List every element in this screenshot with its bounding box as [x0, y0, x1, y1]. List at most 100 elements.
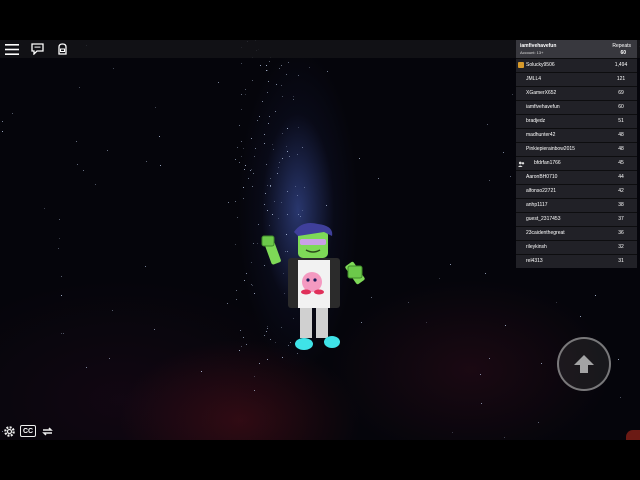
leaderboard-row[interactable]: Solucky9506 1,494 — [516, 58, 637, 72]
player-name: Pinkiepierainbow2015 — [526, 146, 575, 152]
star — [227, 303, 229, 305]
star — [243, 280, 245, 282]
account-age-label: Account: 13+ — [520, 50, 544, 55]
hamburger-menu-icon[interactable] — [4, 41, 20, 57]
star — [246, 343, 248, 345]
star — [269, 61, 271, 63]
player-name: alfonso22721 — [526, 188, 557, 194]
player-name: Solucky9506 — [526, 62, 555, 68]
star — [236, 299, 238, 301]
star — [266, 184, 268, 186]
star — [277, 172, 279, 174]
leaderboard-row[interactable]: JMLL4 121 — [516, 72, 637, 86]
player-score: 42 — [618, 188, 624, 194]
star — [269, 186, 271, 188]
gear-icon[interactable] — [2, 424, 16, 438]
star — [269, 178, 271, 180]
player-score: 31 — [618, 258, 624, 264]
chat-icon[interactable] — [29, 41, 45, 57]
captions-button[interactable]: CC — [20, 425, 36, 437]
star — [2, 130, 4, 132]
leaderboard-row[interactable]: XGamerX652 69 — [516, 86, 637, 100]
star — [370, 296, 372, 298]
star — [243, 336, 245, 338]
local-player-stat: 60 — [620, 50, 626, 56]
player-score: 48 — [618, 132, 624, 138]
player-name: iamfivehavefun — [526, 104, 560, 110]
leaderboard-row[interactable]: Pinkiepierainbow2015 48 — [516, 142, 637, 156]
star — [537, 421, 539, 423]
star — [274, 200, 276, 202]
leaderboard-row[interactable]: alfonso22721 42 — [516, 184, 637, 198]
star — [251, 137, 253, 139]
player-avatar — [261, 223, 365, 350]
star — [260, 65, 262, 67]
star — [240, 62, 242, 64]
star — [245, 273, 247, 275]
player-leaderboard: iamfivehavefun Account: 13+ Repeats 60 S… — [516, 40, 637, 268]
leaderboard-row[interactable]: bfdrfan1766 45 — [516, 156, 637, 170]
star — [61, 333, 62, 335]
star — [112, 309, 114, 311]
star — [488, 180, 490, 182]
star — [289, 156, 291, 158]
leaderboard-row[interactable]: rel4313 31 — [516, 254, 637, 268]
game-viewport: iamfivehavefun Account: 13+ Repeats 60 S… — [0, 0, 640, 480]
star — [285, 74, 287, 76]
star — [359, 158, 361, 160]
star — [282, 95, 284, 97]
star — [273, 149, 275, 151]
leaderboard-row[interactable]: madhunter42 48 — [516, 128, 637, 142]
leaderboard-row[interactable]: 23caidenthegreat 36 — [516, 226, 637, 240]
star — [241, 156, 243, 158]
player-score: 121 — [616, 76, 626, 82]
star — [254, 148, 256, 150]
star — [265, 69, 267, 71]
star — [281, 65, 283, 67]
star — [58, 218, 60, 220]
star — [95, 184, 97, 186]
backpack-icon[interactable] — [54, 41, 70, 57]
up-arrow-icon — [574, 355, 594, 373]
star — [159, 164, 161, 166]
star — [265, 193, 267, 195]
star — [79, 87, 81, 89]
letterbox-top — [0, 0, 640, 40]
avatar-sunglasses — [300, 239, 326, 245]
star — [113, 68, 115, 70]
player-name: rel4313 — [526, 258, 543, 264]
star — [76, 141, 78, 143]
star — [241, 140, 243, 142]
leaderboard-row[interactable]: guest_2317453 37 — [516, 212, 637, 226]
swap-arrows-icon[interactable] — [40, 424, 54, 438]
player-name: JMLL4 — [526, 76, 542, 82]
player-score: 69 — [618, 90, 624, 96]
star — [486, 123, 488, 125]
jump-button[interactable] — [557, 337, 611, 391]
star — [280, 84, 282, 86]
star — [235, 158, 237, 160]
star — [158, 136, 160, 138]
star — [146, 160, 148, 162]
star — [263, 133, 265, 135]
leaderboard-row[interactable]: iamfivehavefun 60 — [516, 100, 637, 114]
star — [450, 263, 452, 265]
star — [278, 68, 280, 70]
star — [277, 218, 279, 220]
leaderboard-row[interactable]: bradjedz 51 — [516, 114, 637, 128]
star — [242, 148, 244, 150]
star — [309, 66, 311, 68]
star — [451, 431, 453, 433]
leaderboard-row[interactable]: AaronBH0710 44 — [516, 170, 637, 184]
star — [248, 178, 250, 180]
star — [326, 71, 328, 73]
star — [253, 389, 255, 391]
star — [253, 292, 255, 294]
star — [235, 244, 237, 246]
leaderboard-row[interactable]: anhp1117 38 — [516, 198, 637, 212]
letterbox-bottom — [0, 440, 640, 480]
star — [275, 83, 277, 85]
star — [252, 80, 254, 82]
leaderboard-row[interactable]: rileykinsh 32 — [516, 240, 637, 254]
bottom-controls: CC — [2, 424, 54, 438]
